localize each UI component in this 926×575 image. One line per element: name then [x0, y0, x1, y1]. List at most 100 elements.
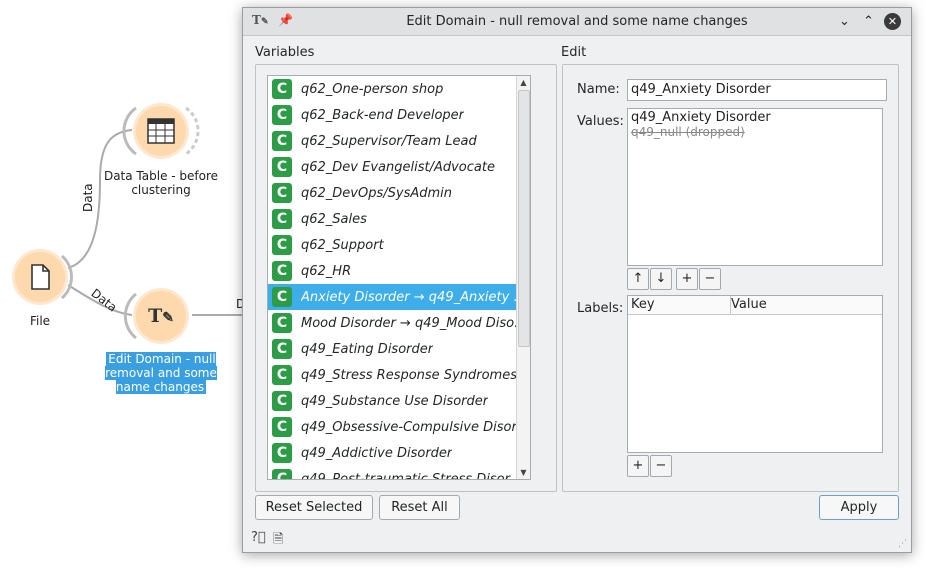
- variable-name: Mood Disorder → q49_Mood Disorder: [301, 315, 530, 331]
- labels-column-key[interactable]: Key: [628, 296, 731, 315]
- variable-name: q49_Substance Use Disorder: [301, 393, 489, 409]
- chevron-down-icon: ⌄: [839, 14, 850, 29]
- variable-name: q62_DevOps/SysAdmin: [301, 185, 453, 201]
- minus-icon: −: [704, 271, 716, 286]
- value-item-dropped[interactable]: q49_null (dropped): [631, 125, 745, 139]
- plus-icon: +: [632, 458, 644, 473]
- variable-name: q62_Support: [301, 237, 384, 253]
- variable-item[interactable]: Cq62_One-person shop: [268, 76, 530, 102]
- categorical-variable-icon: C: [272, 417, 292, 437]
- categorical-variable-icon: C: [272, 313, 292, 333]
- add-value-button[interactable]: +: [676, 268, 698, 290]
- data-table-output-arc: [185, 106, 200, 156]
- help-icon[interactable]: ?⃝: [251, 530, 266, 545]
- add-label-button[interactable]: +: [627, 455, 649, 477]
- values-list[interactable]: q49_Anxiety Disorder q49_null (dropped): [627, 108, 883, 266]
- dialog-titlebar[interactable]: T✎ 📌 Edit Domain - null removal and some…: [243, 8, 911, 36]
- variables-list[interactable]: Cq62_One-person shop Cq62_Back-end Develo…: [267, 75, 531, 480]
- data-table-node-label: Data Table - before clustering: [103, 169, 219, 197]
- maximize-button[interactable]: ⌃: [860, 13, 877, 30]
- move-value-up-button[interactable]: ↑: [627, 268, 649, 290]
- scroll-thumb[interactable]: [518, 90, 530, 347]
- categorical-variable-icon: C: [272, 261, 292, 281]
- edit-domain-input-arc: [123, 292, 137, 340]
- resize-grip-icon[interactable]: ⋰: [898, 539, 907, 549]
- labels-label: Labels:: [577, 301, 624, 316]
- variable-item[interactable]: Cq49_Substance Use Disorder: [268, 388, 530, 414]
- categorical-variable-icon: C: [272, 287, 292, 307]
- apply-button[interactable]: Apply: [819, 495, 899, 520]
- variable-name: q49_Eating Disorder: [301, 341, 434, 357]
- variable-item[interactable]: Cq62_Back-end Developer: [268, 102, 530, 128]
- chevron-up-icon: ⌃: [863, 14, 874, 29]
- variable-item[interactable]: Cq49_Obsessive-Compulsive Disorder: [268, 414, 530, 440]
- variable-name: q62_HR: [301, 263, 352, 279]
- variable-name: q62_Supervisor/Team Lead: [301, 133, 477, 149]
- scroll-up-arrow[interactable]: ▲: [517, 76, 530, 89]
- categorical-variable-icon: C: [272, 443, 292, 463]
- variables-list-items: Cq62_One-person shop Cq62_Back-end Develo…: [268, 76, 530, 480]
- edit-domain-icon: T✎: [148, 305, 174, 327]
- value-item[interactable]: q49_Anxiety Disorder: [631, 110, 771, 125]
- variable-item[interactable]: Cq49_Addictive Disorder: [268, 440, 530, 466]
- categorical-variable-icon: C: [272, 391, 292, 411]
- dialog-title: Edit Domain - null removal and some name…: [406, 14, 748, 29]
- variable-item[interactable]: Cq62_Sales: [268, 206, 530, 232]
- categorical-variable-icon: C: [272, 157, 292, 177]
- remove-label-button[interactable]: −: [650, 455, 672, 477]
- values-label: Values:: [577, 114, 624, 129]
- categorical-variable-icon: C: [272, 131, 292, 151]
- categorical-variable-icon: C: [272, 105, 292, 125]
- report-icon[interactable]: 🗎: [273, 530, 283, 552]
- variable-item[interactable]: Cq62_HR: [268, 258, 530, 284]
- variable-name: q62_Back-end Developer: [301, 107, 465, 123]
- variable-name: q62_Dev Evangelist/Advocate: [301, 159, 495, 175]
- link-label-data-1: Data: [81, 183, 95, 212]
- arrow-up-icon: ↑: [632, 271, 644, 286]
- name-label: Name:: [577, 82, 620, 97]
- edit-domain-node[interactable]: T✎: [136, 291, 186, 341]
- variables-scrollbar[interactable]: ▲ ▼: [516, 76, 530, 479]
- file-node-label: File: [29, 314, 51, 328]
- variable-item[interactable]: Cq62_DevOps/SysAdmin: [268, 180, 530, 206]
- edit-domain-node-label-text: Edit Domain - null removal and some name…: [105, 352, 217, 394]
- variable-item[interactable]: Cq62_Supervisor/Team Lead: [268, 128, 530, 154]
- link-file-to-data-table: [67, 129, 133, 269]
- reset-all-button[interactable]: Reset All: [379, 495, 460, 520]
- variable-item[interactable]: Cq49_Eating Disorder: [268, 336, 530, 362]
- variable-item[interactable]: Cq62_Support: [268, 232, 530, 258]
- minimize-button[interactable]: ⌄: [836, 13, 853, 30]
- close-button[interactable]: ✕: [884, 13, 901, 30]
- data-table-node[interactable]: [136, 106, 186, 156]
- variable-name: q62_Sales: [301, 211, 367, 227]
- categorical-variable-icon: C: [272, 235, 292, 255]
- variable-item[interactable]: C Mood Disorder → q49_Mood Disorder: [268, 310, 530, 336]
- name-input[interactable]: q49_Anxiety Disorder: [627, 79, 887, 101]
- categorical-variable-icon: C: [272, 365, 292, 385]
- plus-icon: +: [681, 271, 693, 286]
- variable-item[interactable]: Cq62_Dev Evangelist/Advocate: [268, 154, 530, 180]
- file-icon: [31, 264, 50, 290]
- variable-item[interactable]: Cq49_Post-traumatic Stress Disorder: [268, 466, 530, 480]
- variable-item[interactable]: Cq49_Stress Response Syndromes: [268, 362, 530, 388]
- categorical-variable-icon: C: [272, 183, 292, 203]
- variables-section-title: Variables: [255, 45, 315, 60]
- file-node[interactable]: [15, 252, 65, 302]
- reset-selected-button[interactable]: Reset Selected: [255, 495, 373, 520]
- variable-item-selected[interactable]: C Anxiety Disorder → q49_Anxiety Di...: [268, 284, 530, 310]
- remove-value-button[interactable]: −: [699, 268, 721, 290]
- edit-section-title: Edit: [561, 45, 587, 60]
- close-icon: ✕: [887, 15, 898, 28]
- labels-table[interactable]: Key Value: [627, 295, 883, 453]
- scroll-down-arrow[interactable]: ▼: [517, 466, 530, 479]
- variable-name: Anxiety Disorder → q49_Anxiety Di...: [301, 289, 530, 305]
- edit-domain-node-label: Edit Domain - null removal and some name…: [104, 352, 218, 394]
- categorical-variable-icon: C: [272, 339, 292, 359]
- move-value-down-button[interactable]: ↓: [650, 268, 672, 290]
- variable-name: q49_Post-traumatic Stress Disorder: [301, 471, 530, 480]
- variable-name: q49_Stress Response Syndromes: [301, 367, 517, 383]
- labels-column-value[interactable]: Value: [731, 296, 882, 315]
- arrow-down-icon: ↓: [655, 271, 667, 286]
- table-icon: [147, 118, 175, 144]
- categorical-variable-icon: C: [272, 469, 292, 479]
